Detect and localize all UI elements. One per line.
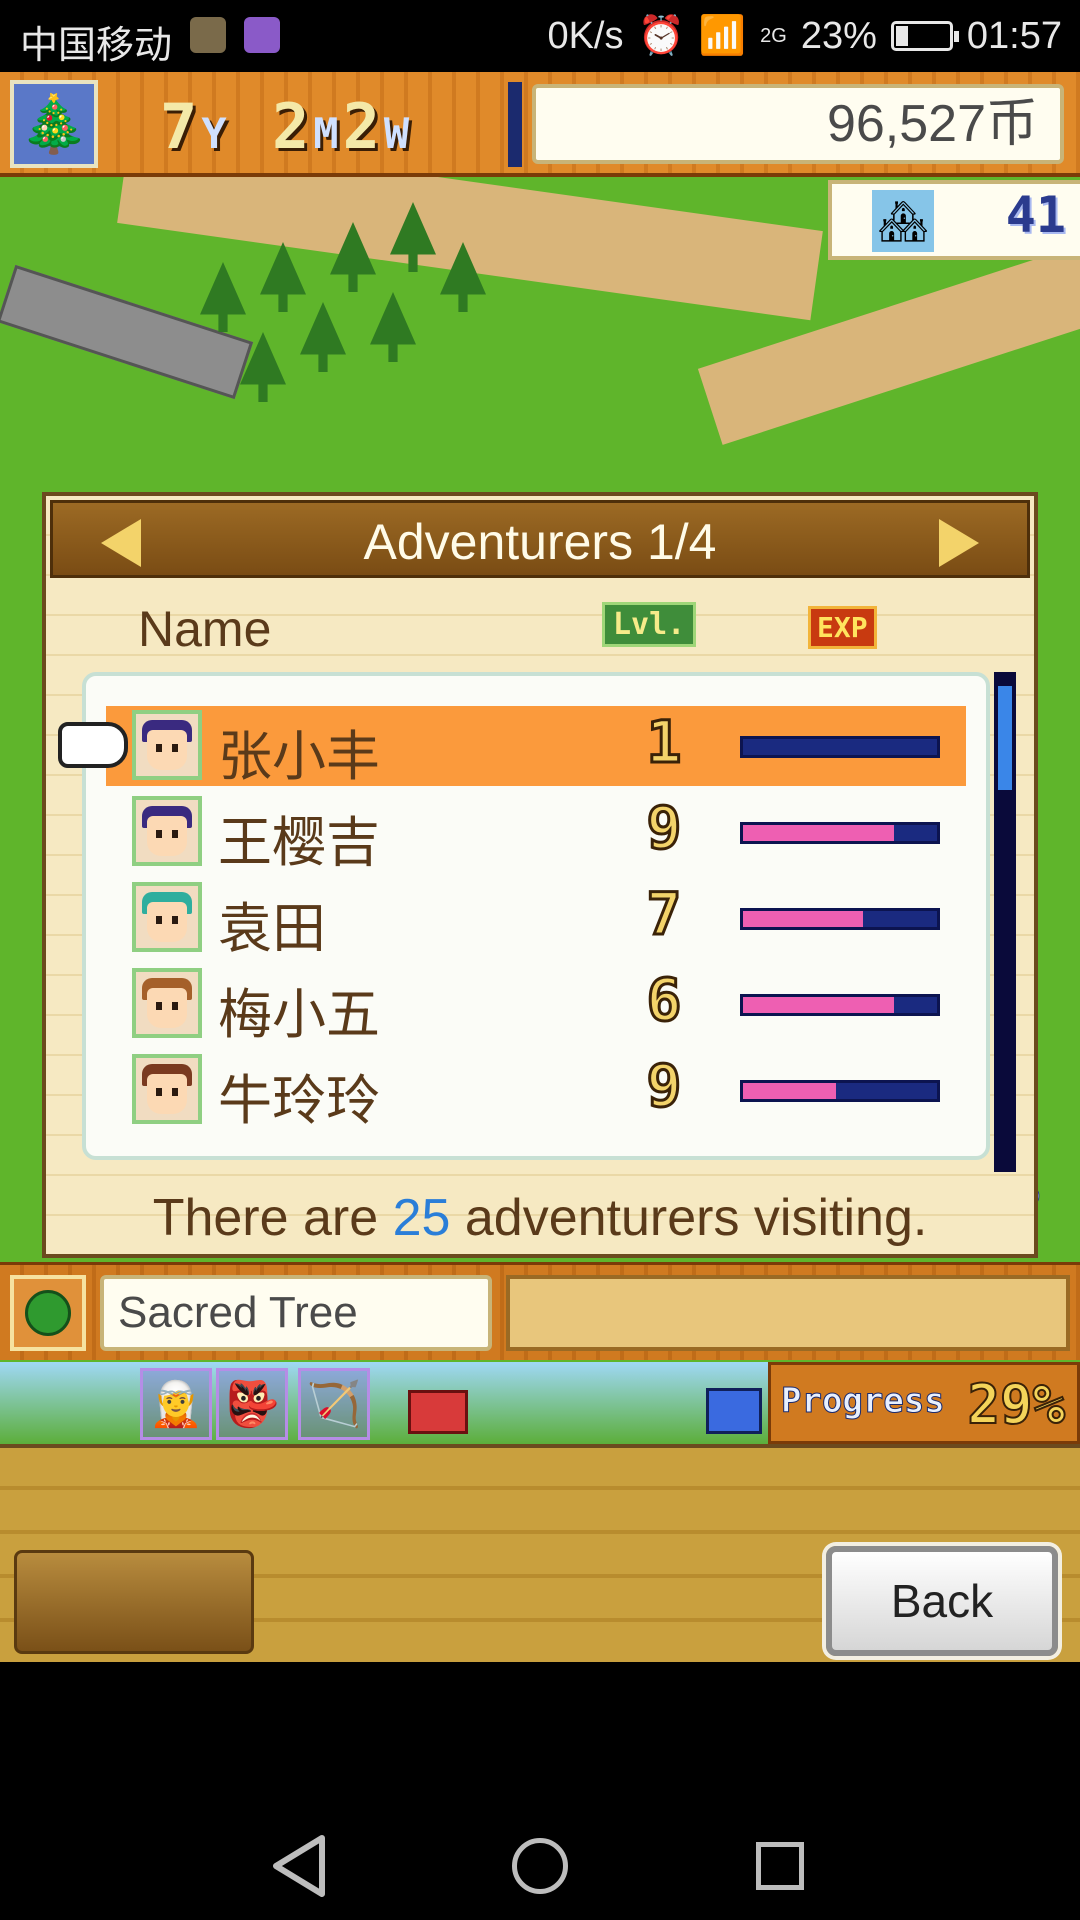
empty-slot — [14, 1550, 254, 1654]
network-speed: 0K/s — [547, 14, 624, 57]
facility-info-box — [506, 1275, 1070, 1351]
adventurer-level: 6 — [645, 965, 683, 1036]
adventurer-avatar — [132, 1054, 202, 1124]
adventurer-name: 王樱吉 — [218, 811, 380, 874]
network-type: 2G — [760, 24, 787, 47]
top-hud: 🎄 7Y 2M2W 96,527币 — [0, 72, 1080, 177]
adventurer-avatar — [132, 796, 202, 866]
adventurer-avatar — [132, 710, 202, 780]
dialog-title: Adventurers 1/4 — [363, 514, 717, 570]
health-app-icon — [190, 17, 226, 53]
adventurer-row[interactable]: 袁田 7 — [106, 878, 966, 960]
week-value: 2 — [342, 90, 384, 163]
summary-prefix: There are — [152, 1189, 393, 1247]
nav-back-icon[interactable] — [270, 1834, 330, 1898]
tree — [370, 292, 416, 362]
month-value: 2 — [271, 90, 314, 163]
tent-icon — [706, 1388, 762, 1434]
column-header-exp: EXP — [808, 606, 877, 649]
nav-recent-apps-icon[interactable] — [756, 1842, 804, 1890]
treasure-chest-icon — [408, 1390, 468, 1434]
gallery-app-icon — [244, 17, 280, 53]
tree — [300, 302, 346, 372]
exp-fill — [743, 825, 895, 841]
time-gauge — [508, 82, 522, 167]
season-christmas-tree-icon[interactable]: 🎄 — [10, 80, 98, 168]
year-unit: Y — [201, 109, 231, 158]
progress-indicator: Progress 29% — [768, 1362, 1080, 1444]
adventurer-name: 袁田 — [218, 897, 326, 960]
list-scrollbar[interactable] — [994, 672, 1016, 1172]
column-header-level: Lvl. — [602, 602, 697, 647]
progress-label: Progress — [781, 1381, 946, 1422]
scrollbar-thumb[interactable] — [998, 686, 1012, 790]
adventurer-level: 9 — [645, 793, 683, 864]
goblin-sprite[interactable]: 👺 — [216, 1368, 288, 1440]
adventurer-level: 7 — [645, 879, 683, 950]
exp-fill — [743, 911, 864, 927]
money-display: 96,527币 — [532, 84, 1064, 164]
back-button[interactable]: Back — [826, 1546, 1058, 1656]
adventurer-row[interactable]: 梅小五 6 — [106, 964, 966, 1046]
game-map[interactable]: 🎄 7Y 2M2W 96,527币 🏘 41 6845 Adventurers … — [0, 72, 1080, 1662]
battery-icon — [890, 21, 959, 51]
adventurer-level: 9 — [645, 1051, 683, 1122]
game-date: 7Y 2M2W — [160, 90, 413, 163]
adventurer-name: 张小丰 — [218, 725, 380, 788]
year-value: 7 — [160, 90, 202, 163]
exp-fill — [743, 997, 895, 1013]
adventurer-name: 梅小五 — [218, 983, 380, 1046]
dialog-title-bar: Adventurers 1/4 — [50, 500, 1030, 578]
month-unit: M — [313, 109, 343, 158]
exp-bar — [740, 822, 940, 844]
adventurer-avatar — [132, 968, 202, 1038]
archer-sprite[interactable]: 🏹 — [298, 1368, 370, 1440]
sacred-tree-icon[interactable] — [10, 1275, 86, 1351]
exp-bar — [740, 994, 940, 1016]
adventurer-avatar — [132, 882, 202, 952]
town-house-icon: 🏘 — [872, 190, 934, 252]
adventurer-list[interactable]: 张小丰 1 王樱吉 9 袁田 7 梅小五 6 牛玲玲 9 — [58, 672, 990, 1160]
tree — [260, 242, 306, 312]
tree — [200, 262, 246, 332]
exp-fill — [743, 1083, 837, 1099]
nav-home-icon[interactable] — [512, 1838, 568, 1894]
wifi-icon: 📶 — [698, 15, 747, 57]
pointing-hand-icon — [58, 722, 128, 768]
exp-bar — [740, 736, 940, 758]
carrier-name: 中国移动 — [20, 25, 173, 67]
adventurer-row[interactable]: 王樱吉 9 — [106, 792, 966, 874]
summary-suffix: adventurers visiting. — [450, 1189, 928, 1247]
status-bar: 中国移动 0K/s ⏰ 📶 2G 23% 01:57 — [0, 0, 1080, 72]
adventurer-sprite[interactable]: 🧝 — [140, 1368, 212, 1440]
clock: 01:57 — [966, 14, 1062, 57]
progress-value: 29% — [966, 1372, 1066, 1437]
adventurer-level: 1 — [645, 707, 683, 778]
exp-bar — [740, 1080, 940, 1102]
visitors-summary: There are 25 adventurers visiting. — [46, 1188, 1034, 1248]
town-rank: 41 — [1005, 186, 1066, 244]
alarm-icon: ⏰ — [637, 15, 685, 57]
bottom-panel: Back — [0, 1444, 1080, 1662]
adventurer-row[interactable]: 张小丰 1 — [58, 706, 966, 788]
adventurer-name: 牛玲玲 — [218, 1069, 380, 1132]
week-unit: W — [383, 109, 414, 158]
exp-bar — [740, 908, 940, 930]
facility-name: Sacred Tree — [100, 1275, 492, 1351]
town-rank-box[interactable]: 🏘 41 — [828, 180, 1080, 260]
adventurers-dialog: Adventurers 1/4 Name Lvl. EXP 张小丰 1 王樱吉 9 袁田… — [42, 492, 1038, 1258]
adventurer-row[interactable]: 牛玲玲 9 — [106, 1050, 966, 1132]
column-header-name: Name — [138, 601, 272, 657]
battery-percent: 23% — [800, 14, 877, 57]
visitor-count: 25 — [392, 1189, 451, 1247]
facility-bar: Sacred Tree — [0, 1262, 1080, 1360]
